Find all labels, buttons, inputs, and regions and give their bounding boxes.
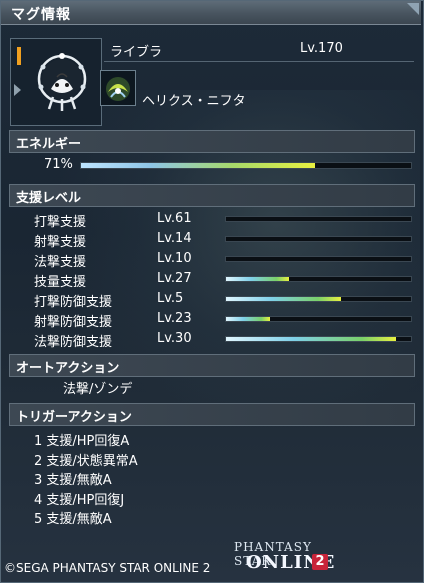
mag-level: Lv.170 [300,41,343,56]
support-row-ranged: 射撃支援 Lv.14 [0,231,424,250]
support-bar-fill [226,317,271,321]
mag-portrait-panel[interactable] [10,38,102,126]
support-row-strike-defense: 打撃防御支援 Lv.5 [0,291,424,310]
copyright-text: ©SEGA PHANTASY STAR ONLINE 2 [4,561,211,575]
auto-action-header: オートアクション [9,354,415,377]
energy-header-label: エネルギー [16,137,82,152]
selected-indicator [17,47,21,65]
logo-number: 2 [312,554,328,570]
support-name: 射撃支援 [34,235,87,250]
support-row-tech: 法撃支援 Lv.10 [0,251,424,270]
trigger-action-header: トリガーアクション [9,403,415,426]
list-item: 1 支援/HP回復A [34,434,130,449]
support-row-tech-defense: 法撃防御支援 Lv.30 [0,331,424,350]
support-level: Lv.10 [157,251,192,266]
support-level-header-label: 支援レベル [16,191,82,206]
corner-decoration [407,3,419,15]
support-level: Lv.30 [157,331,192,346]
support-level: Lv.14 [157,231,192,246]
pso2-logo: PHANTASY STAR ONLINE 2 [232,540,334,580]
auto-action-value: 法撃/ゾンデ [63,382,133,397]
support-name: 法撃支援 [34,255,87,270]
mag-creature-icon [37,53,87,111]
support-bar-fill [226,337,397,341]
support-name: 射撃防御支援 [34,315,113,330]
energy-header: エネルギー [9,130,415,153]
support-name: 打撃防御支援 [34,295,113,310]
energy-percent: 71% [44,157,73,172]
support-level: Lv.23 [157,311,192,326]
list-item: 2 支援/状態異常A [34,453,138,469]
support-level: Lv.5 [157,291,184,306]
support-bar [225,216,412,222]
support-name: 法撃防御支援 [34,335,113,350]
support-bar [225,316,412,322]
support-bar [225,256,412,262]
support-bar-fill [226,277,289,281]
window-title: マグ情報 [11,7,71,23]
support-row-dexterity: 技量支援 Lv.27 [0,271,424,290]
list-item: 3 支援/無敵A [34,473,112,488]
energy-bar-fill [81,163,316,168]
support-row-ranged-defense: 射撃防御支援 Lv.23 [0,311,424,330]
energy-bar [80,162,412,169]
trigger-action-header-label: トリガーアクション [16,410,132,425]
support-bar [225,276,412,282]
photon-blast-name: ヘリクス・ニフタ [142,94,246,109]
list-item: 5 支援/無敵A [34,512,112,527]
support-bar [225,236,412,242]
helix-nifta-icon [100,70,136,106]
support-bar-fill [226,297,341,301]
support-bar [225,336,412,342]
support-level: Lv.27 [157,271,192,286]
support-bar [225,296,412,302]
support-name: 打撃支援 [34,215,87,230]
support-level: Lv.61 [157,211,192,226]
support-level-header: 支援レベル [9,184,415,207]
mag-name: ライブラ [110,45,163,60]
list-item: 4 支援/HP回復J [34,492,125,508]
window-titlebar: マグ情報 [1,1,421,25]
arrow-right-icon[interactable] [14,84,21,96]
auto-action-header-label: オートアクション [16,361,120,376]
trigger-action-list: 1 支援/HP回復A 2 支援/状態異常A 3 支援/無敵A 4 支援/HP回復… [34,430,138,528]
support-name: 技量支援 [34,275,87,290]
divider [104,61,414,62]
support-row-strike: 打撃支援 Lv.61 [0,211,424,230]
